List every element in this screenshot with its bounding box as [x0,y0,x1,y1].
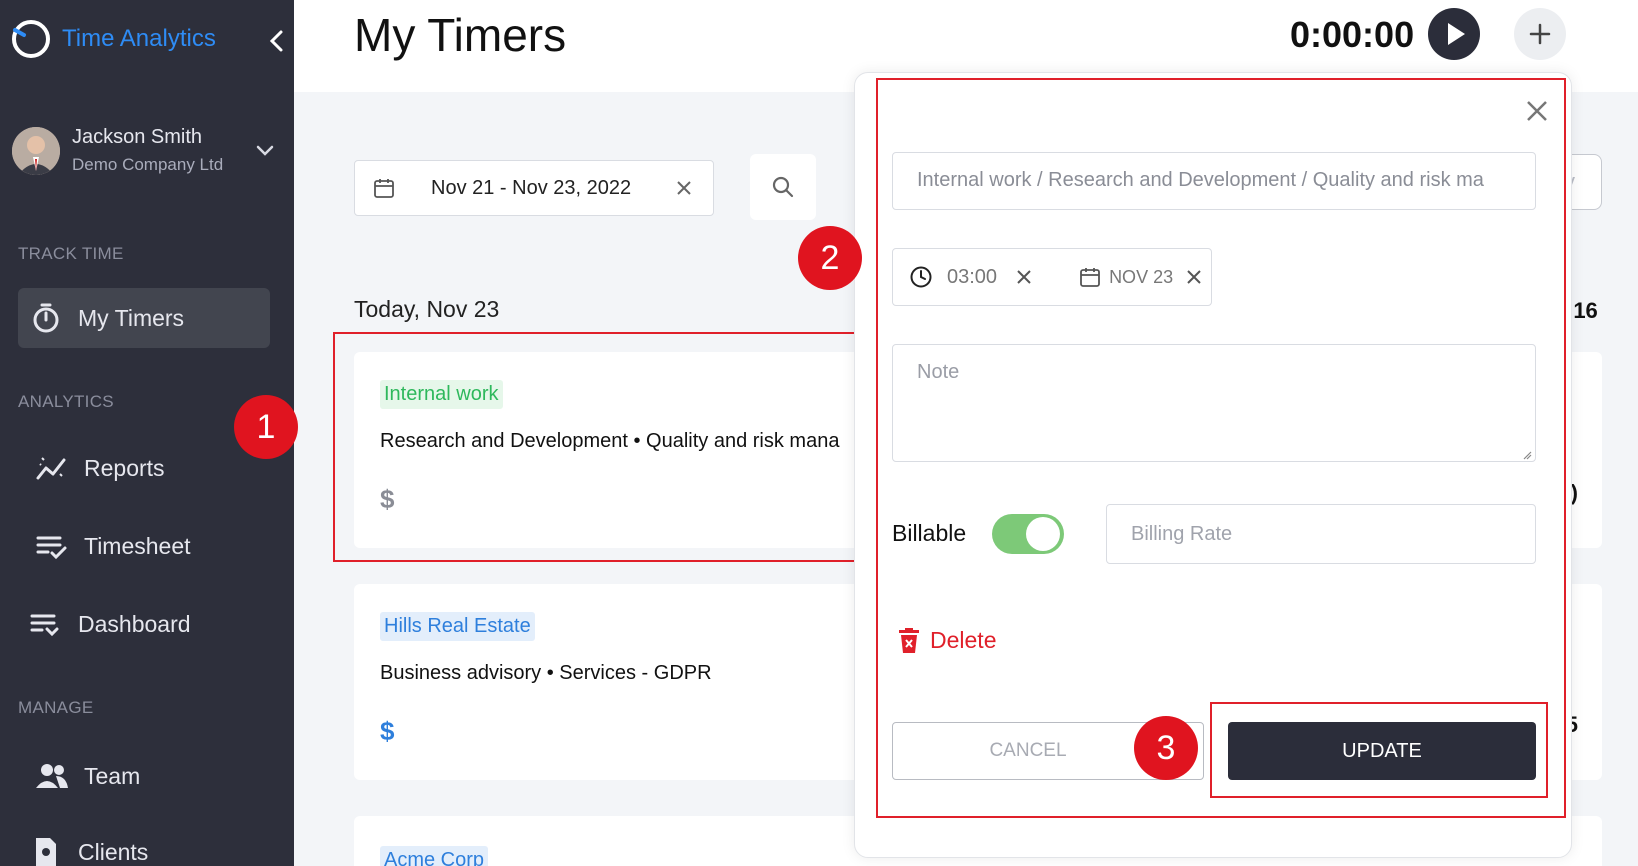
callout-badge-3: 3 [1134,716,1198,780]
billable-label: Billable [892,520,967,546]
toggle-knob [1026,517,1060,551]
user-name: Jackson Smith [72,126,203,148]
clear-date-icon[interactable] [1185,268,1203,286]
chevron-down-icon[interactable] [254,140,276,162]
clear-duration-icon[interactable] [1015,268,1033,286]
stopwatch-icon [33,303,59,333]
delete-label: Delete [930,626,997,653]
sidebar-item-label: Clients [78,838,149,865]
page-title: My Timers [354,9,567,61]
search-button[interactable] [750,154,816,220]
project-field[interactable]: Internal work / Research and Development… [892,152,1536,210]
note-textarea[interactable]: Note [892,344,1536,462]
sidebar-item-timesheet[interactable]: Timesheet [24,516,276,576]
date-value[interactable]: NOV 23 [1109,267,1173,288]
calendar-icon [1080,268,1100,287]
brand-name: Time Analytics [62,25,216,52]
search-icon [772,176,794,198]
sidebar-item-clients[interactable]: Clients [18,822,270,866]
user-menu[interactable]: Jackson Smith Demo Company Ltd [12,126,282,175]
client-card-icon [36,838,56,866]
highlight-box-update [1210,702,1548,798]
date-range-value: Nov 21 - Nov 23, 2022 [431,176,632,199]
checklist-icon [36,536,67,560]
team-icon [36,764,68,788]
collapse-sidebar-icon[interactable] [264,26,290,56]
sidebar-item-label: Team [84,762,141,789]
section-manage: MANAGE [18,698,94,717]
callout-badge-2: 2 [798,226,862,290]
date-range-filter[interactable]: Nov 21 - Nov 23, 2022 [354,160,714,216]
callout-badge-1: 1 [234,395,298,459]
sidebar-item-reports[interactable]: Reports [24,438,276,498]
delete-button[interactable]: Delete [898,626,996,654]
resize-handle-icon[interactable] [1522,450,1532,460]
start-timer-button[interactable] [1428,8,1480,60]
brand[interactable]: Time Analytics [10,18,216,60]
close-icon[interactable] [1524,98,1550,124]
entry-description: Business advisory • Services - GDPR [380,662,712,684]
user-company: Demo Company Ltd [72,155,224,174]
clear-date-icon[interactable] [675,179,693,197]
timer-display: 0:00:00 [1290,14,1415,55]
sidebar-item-team[interactable]: Team [24,746,276,806]
trash-icon [899,628,919,653]
logo-icon [12,20,50,58]
avatar [12,126,60,175]
play-icon [1448,23,1465,45]
calendar-icon [374,179,394,198]
duration-date-field[interactable]: 03:00 NOV 23 [892,248,1212,306]
sidebar-item-my-timers[interactable]: My Timers [18,288,270,348]
add-entry-button[interactable] [1514,8,1566,60]
billing-rate-input[interactable]: Billing Rate [1106,504,1536,564]
section-track-time: TRACK TIME [18,244,124,263]
sidebar-item-label: Timesheet [84,532,191,559]
sidebar-item-label: My Timers [78,304,185,331]
avatar-image-icon [12,126,60,175]
client-tag: Hills Real Estate [380,612,535,641]
sidebar-item-dashboard[interactable]: Dashboard [18,594,270,654]
highlight-box-entry [333,332,859,562]
plus-icon [1529,23,1551,45]
chart-trend-icon [36,457,66,480]
duration-value[interactable]: 03:00 [947,266,997,289]
billable-toggle[interactable] [992,514,1064,554]
clock-icon [910,266,932,288]
client-tag: Acme Corp [380,846,489,866]
section-analytics: ANALYTICS [18,392,114,411]
list-down-icon [30,614,59,637]
sidebar-item-label: Reports [84,454,165,481]
billable-dollar-icon[interactable]: $ [380,716,394,747]
day-label: Today, Nov 23 [354,296,500,322]
sidebar-item-label: Dashboard [78,610,191,637]
